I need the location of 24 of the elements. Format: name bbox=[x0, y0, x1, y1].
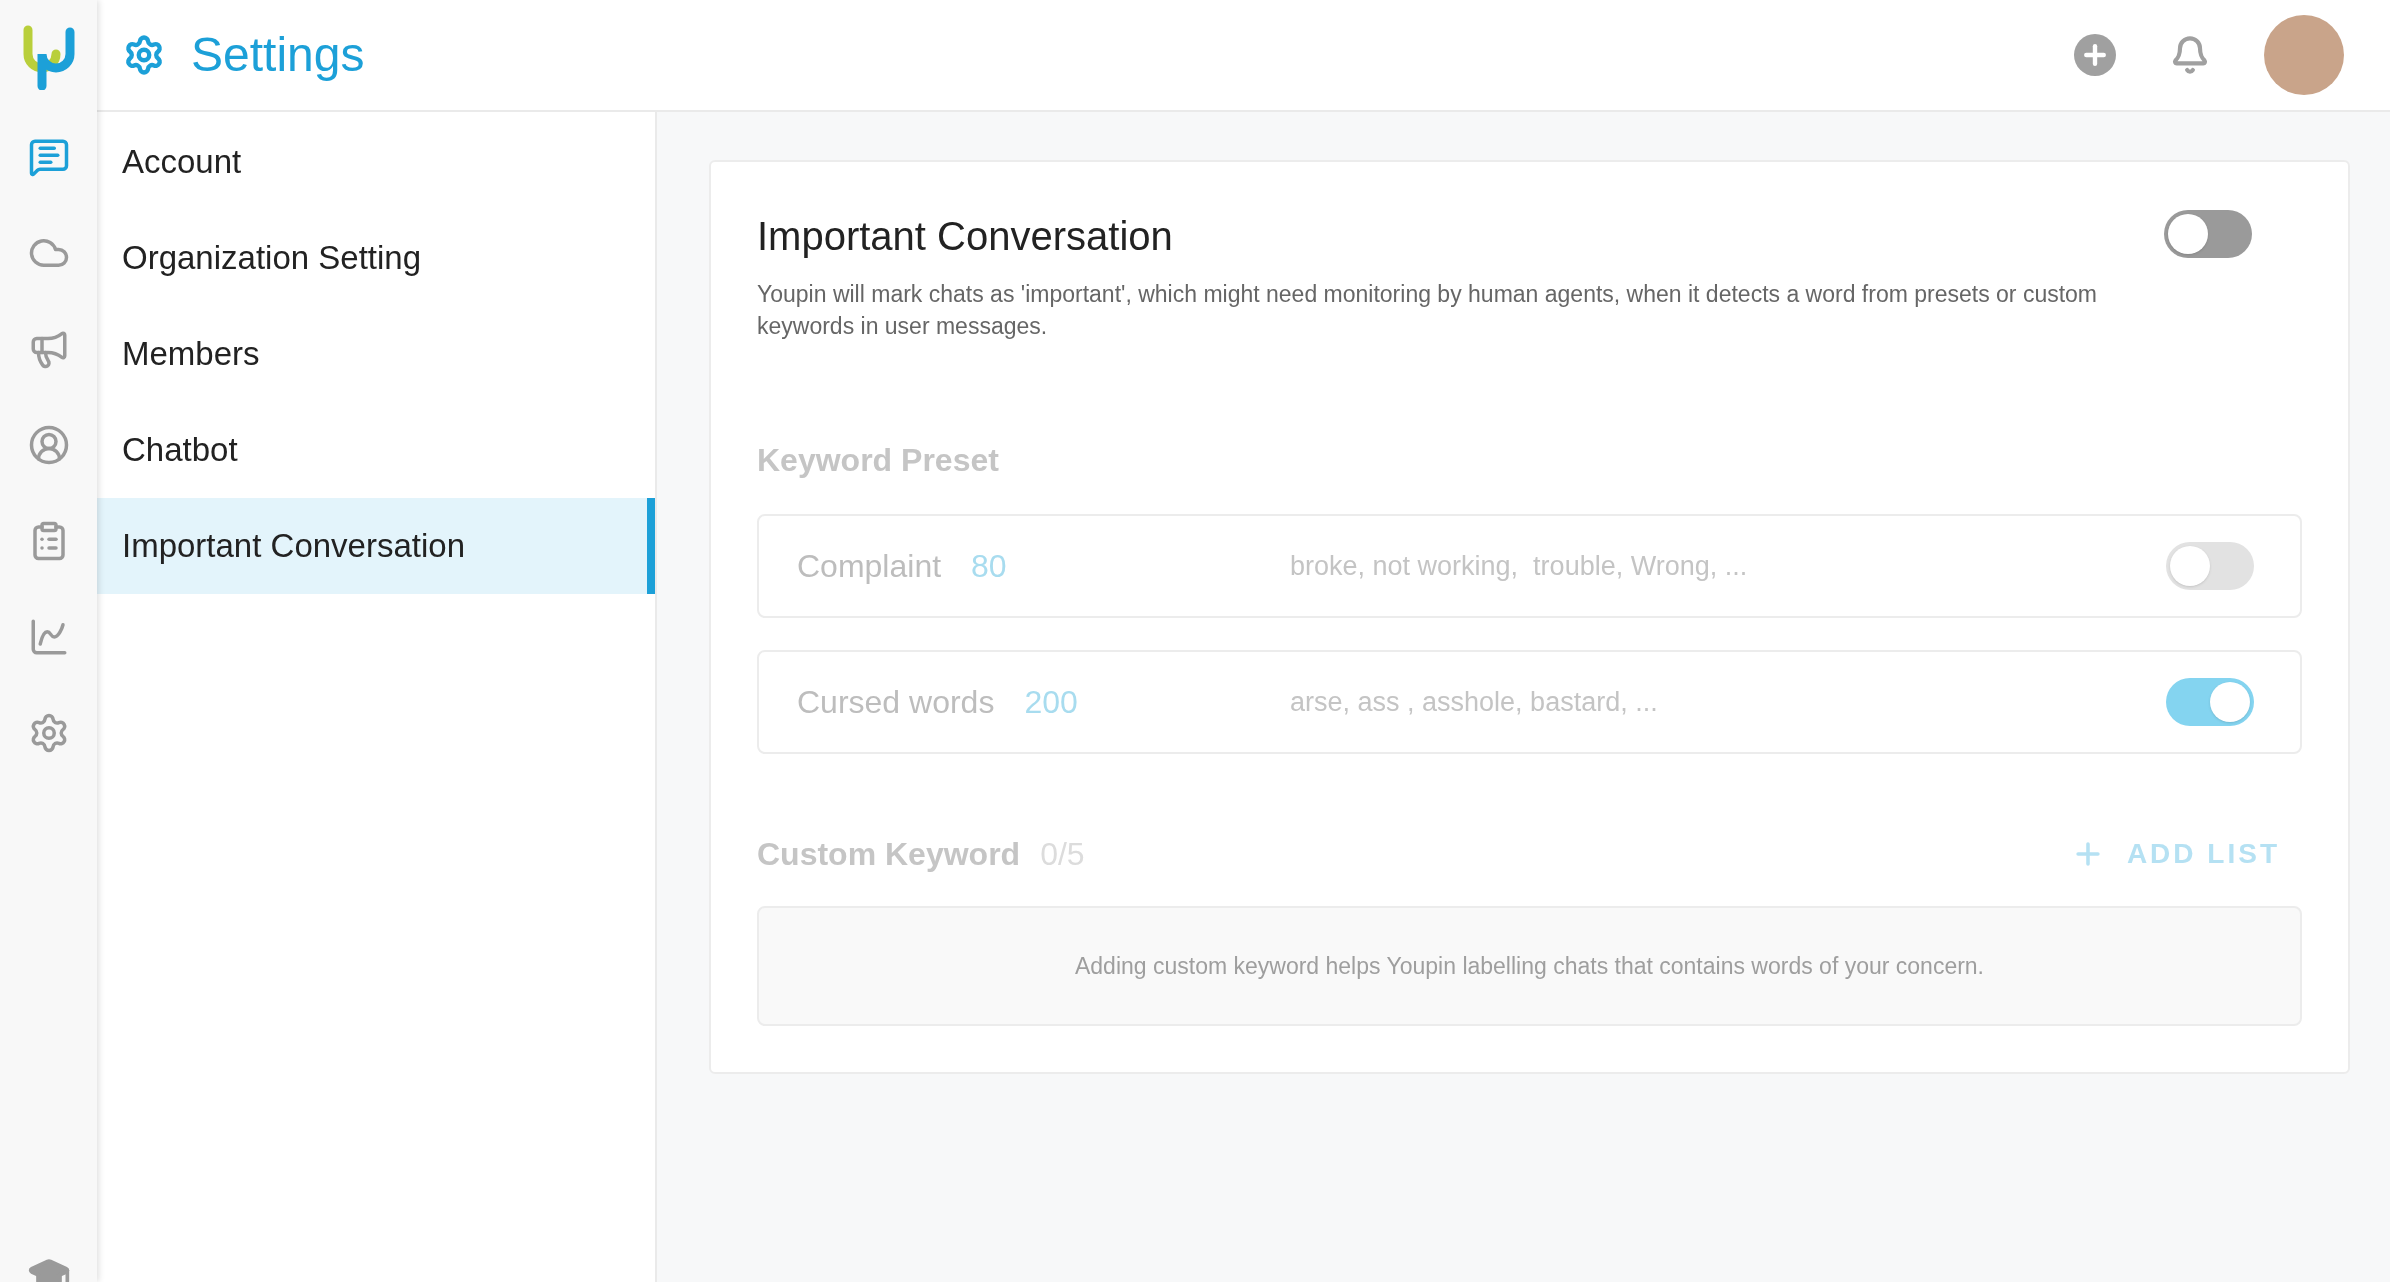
sidebar-item[interactable]: Account bbox=[97, 114, 655, 210]
card-description: Youpin will mark chats as 'important', which might need monitoring by human agents, when it detects a word from presets or custom keywords in user messages. bbox=[757, 280, 2097, 341]
toggle-switch[interactable] bbox=[2164, 210, 2252, 258]
sidebar-item[interactable]: Chatbot bbox=[97, 402, 655, 498]
preset-words: broke, not working, trouble, Wrong, ... bbox=[1290, 549, 1748, 583]
section-heading: Keyword Preset bbox=[757, 441, 1000, 480]
page-title: Settings bbox=[191, 27, 365, 83]
settings-icon bbox=[123, 34, 165, 76]
preset-name: Complaint bbox=[797, 547, 942, 586]
notification-icon[interactable] bbox=[2170, 35, 2210, 75]
section-heading: Custom Keyword bbox=[757, 835, 1021, 874]
preset-count: 80 bbox=[971, 547, 1007, 586]
sidebar-item[interactable]: Organization Setting bbox=[97, 210, 655, 306]
preset-count: 200 bbox=[1024, 683, 1078, 722]
preset-name: Cursed words bbox=[797, 683, 995, 722]
toggle-switch[interactable] bbox=[2166, 678, 2254, 726]
empty-message: Adding custom keyword helps Youpin labelling chats that contains words of your concern. bbox=[1074, 951, 1984, 981]
preset-words: arse, ass , asshole, bastard, ... bbox=[1290, 685, 1658, 719]
add-icon[interactable] bbox=[2074, 34, 2116, 76]
sidebar-item[interactable]: Members bbox=[97, 306, 655, 402]
toggle-switch[interactable] bbox=[2166, 542, 2254, 590]
user-icon[interactable] bbox=[27, 424, 70, 466]
card-title: Important Conversation bbox=[757, 213, 1174, 260]
sidebar-item[interactable]: Important Conversation bbox=[97, 498, 655, 594]
